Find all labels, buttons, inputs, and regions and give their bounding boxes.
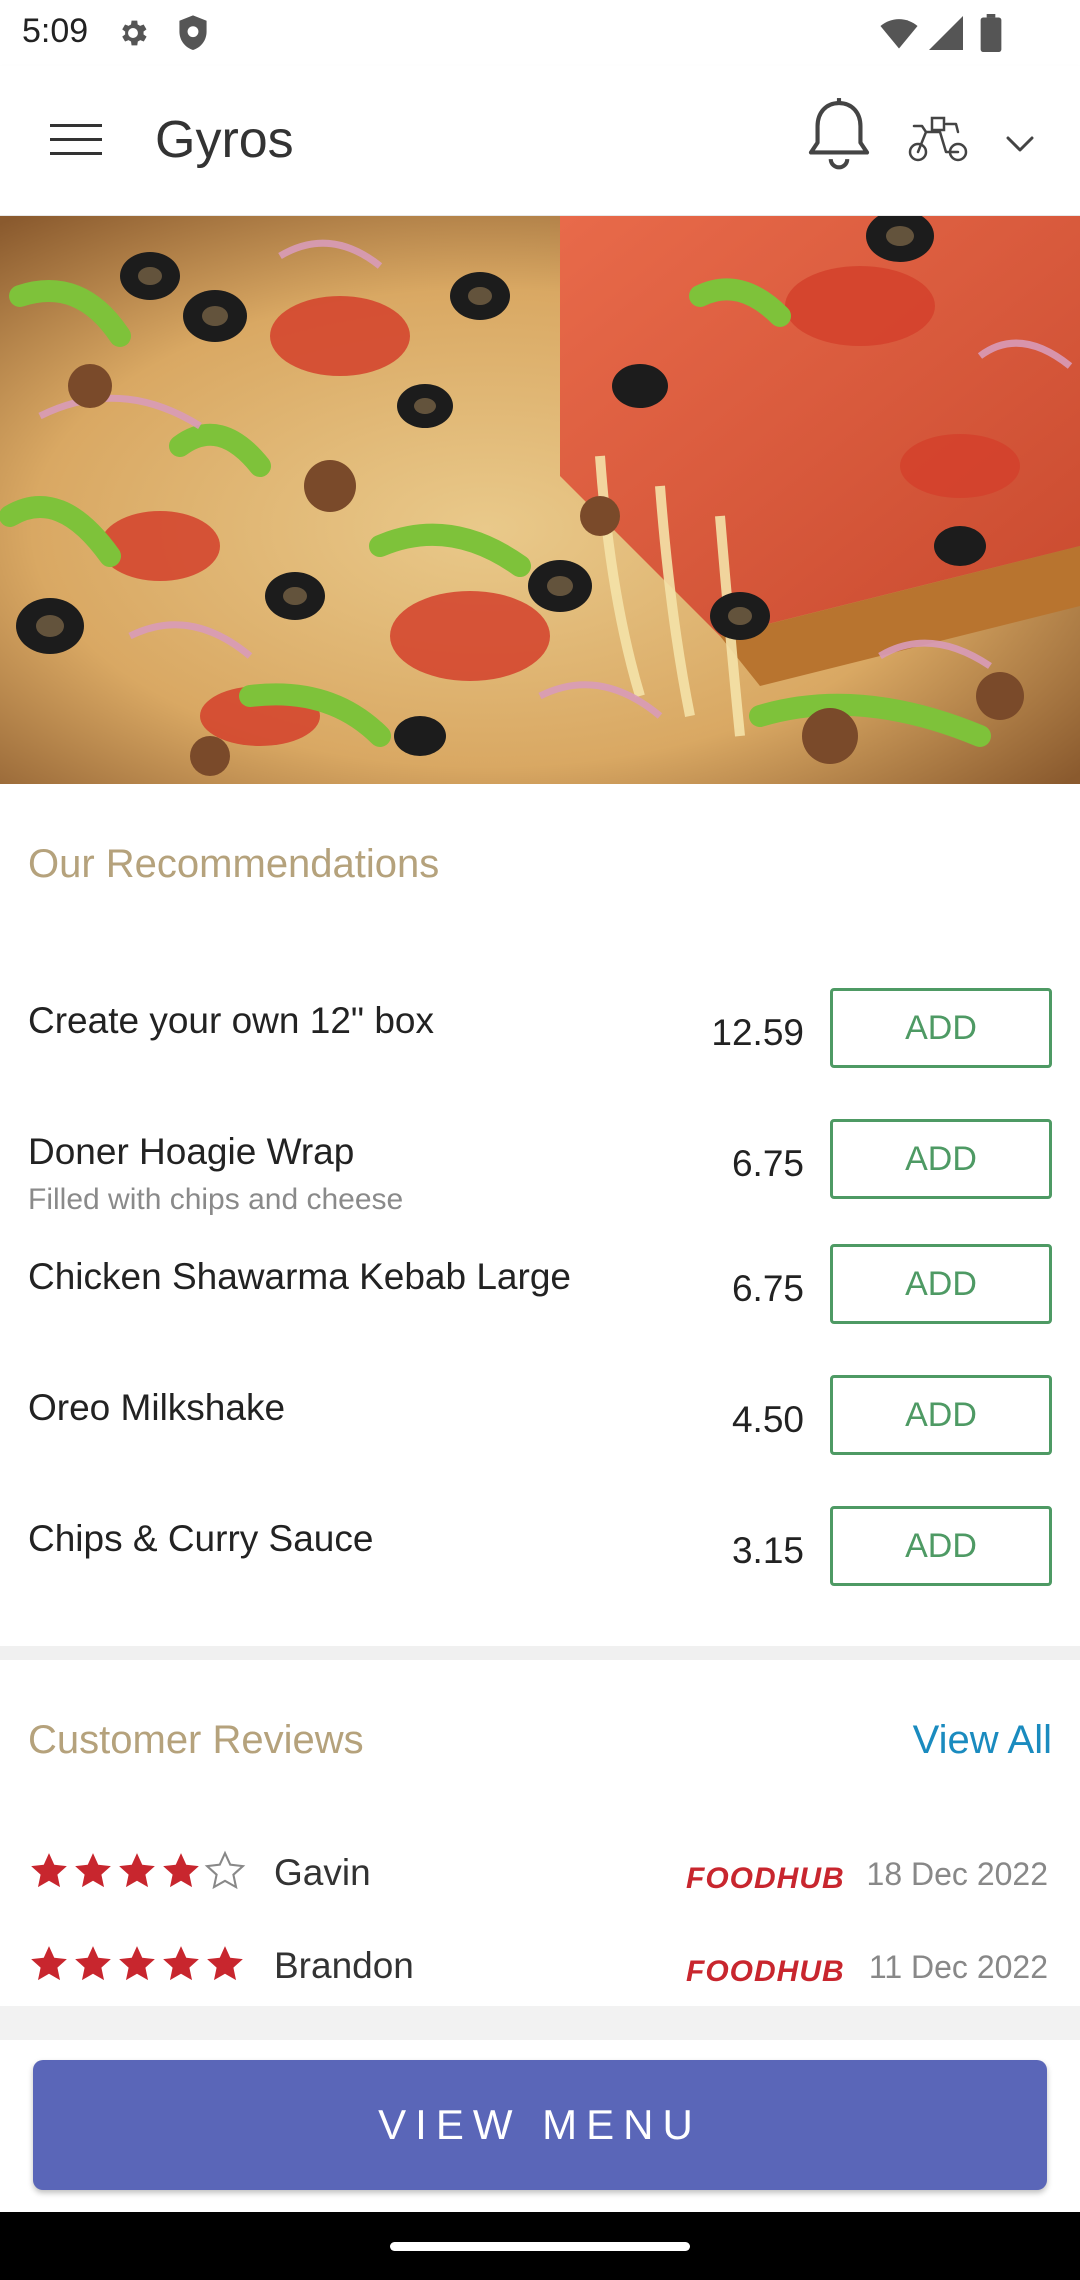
app-bar: Gyros [0, 66, 1080, 216]
item-name: Chips & Curry Sauce [28, 1518, 374, 1559]
chevron-down-icon[interactable] [1000, 128, 1040, 158]
item-name: Create your own 12" box [28, 1000, 434, 1041]
shield-icon [179, 15, 207, 50]
item-price: 4.50 [731, 1399, 804, 1440]
star-filled-icon [119, 1853, 155, 1888]
home-gesture-handle[interactable] [390, 2242, 690, 2251]
reviewer-name: Brandon [274, 1945, 414, 1986]
star-filled-icon [119, 1946, 155, 1981]
section-divider [0, 2006, 1080, 2040]
status-bar: 5:09 [0, 0, 1080, 66]
add-button[interactable]: ADD [830, 1244, 1052, 1324]
recommendation-item: Chips & Curry Sauce 3.15 ADD [0, 1506, 1080, 1628]
section-divider [0, 1646, 1080, 1660]
foodhub-logo-text: FOODHUB [686, 1862, 845, 1894]
review-date: 18 Dec 2022 [866, 1856, 1048, 1892]
add-button[interactable]: ADD [830, 1119, 1052, 1199]
bell-icon[interactable] [806, 96, 872, 176]
star-filled-icon [75, 1946, 111, 1981]
item-description: Filled with chips and cheese [28, 1183, 404, 1216]
item-name: Chicken Shawarma Kebab Large [28, 1256, 571, 1297]
recommendations-title: Our Recommendations [28, 842, 440, 886]
item-price: 6.75 [731, 1143, 804, 1184]
star-filled-icon [31, 1853, 67, 1888]
page-title: Gyros [155, 111, 294, 169]
foodhub-logo: FOODHUB [686, 1862, 845, 1894]
foodhub-logo-text: FOODHUB [686, 1955, 845, 1987]
star-filled-icon [163, 1853, 199, 1888]
recommendation-item: Create your own 12" box 12.59 ADD [0, 988, 1080, 1110]
view-all-link[interactable]: View All [913, 1718, 1052, 1763]
scooter-icon[interactable] [906, 112, 970, 168]
star-filled-icon [207, 1946, 243, 1981]
item-price: 3.15 [731, 1530, 804, 1571]
item-name: Oreo Milkshake [28, 1387, 286, 1428]
recommendation-item: Doner Hoagie Wrap Filled with chips and … [0, 1119, 1080, 1241]
system-nav-bar [0, 2212, 1080, 2280]
status-time: 5:09 [22, 12, 89, 50]
hero-pizza-image [0, 216, 1080, 784]
add-button[interactable]: ADD [830, 1375, 1052, 1455]
review-row: Gavin FOODHUB 18 Dec 2022 [0, 1842, 1080, 1912]
wifi-icon [880, 19, 918, 49]
view-menu-button[interactable]: VIEW MENU [33, 2060, 1047, 2190]
recommendation-item: Oreo Milkshake 4.50 ADD [0, 1375, 1080, 1497]
star-rating [28, 1850, 246, 1898]
item-price: 12.59 [711, 1012, 804, 1053]
reviewer-name: Gavin [274, 1852, 371, 1893]
item-name: Doner Hoagie Wrap [28, 1131, 355, 1172]
add-button[interactable]: ADD [830, 1506, 1052, 1586]
add-button[interactable]: ADD [830, 988, 1052, 1068]
battery-icon [980, 14, 1002, 52]
star-empty-icon [204, 1850, 246, 1890]
gear-icon [122, 20, 147, 46]
star-filled-icon [31, 1946, 67, 1981]
review-date: 11 Dec 2022 [868, 1949, 1048, 1985]
star-filled-icon [163, 1946, 199, 1981]
hamburger-menu-icon[interactable] [40, 114, 112, 166]
recommendation-item: Chicken Shawarma Kebab Large 6.75 ADD [0, 1244, 1080, 1366]
star-filled-icon [75, 1853, 111, 1888]
reviews-title: Customer Reviews [28, 1718, 364, 1762]
foodhub-logo: FOODHUB [686, 1955, 845, 1987]
signal-icon [929, 16, 963, 50]
review-row: Brandon FOODHUB 11 Dec 2022 [0, 1935, 1080, 2005]
item-price: 6.75 [731, 1268, 804, 1309]
star-rating [28, 1943, 246, 1991]
